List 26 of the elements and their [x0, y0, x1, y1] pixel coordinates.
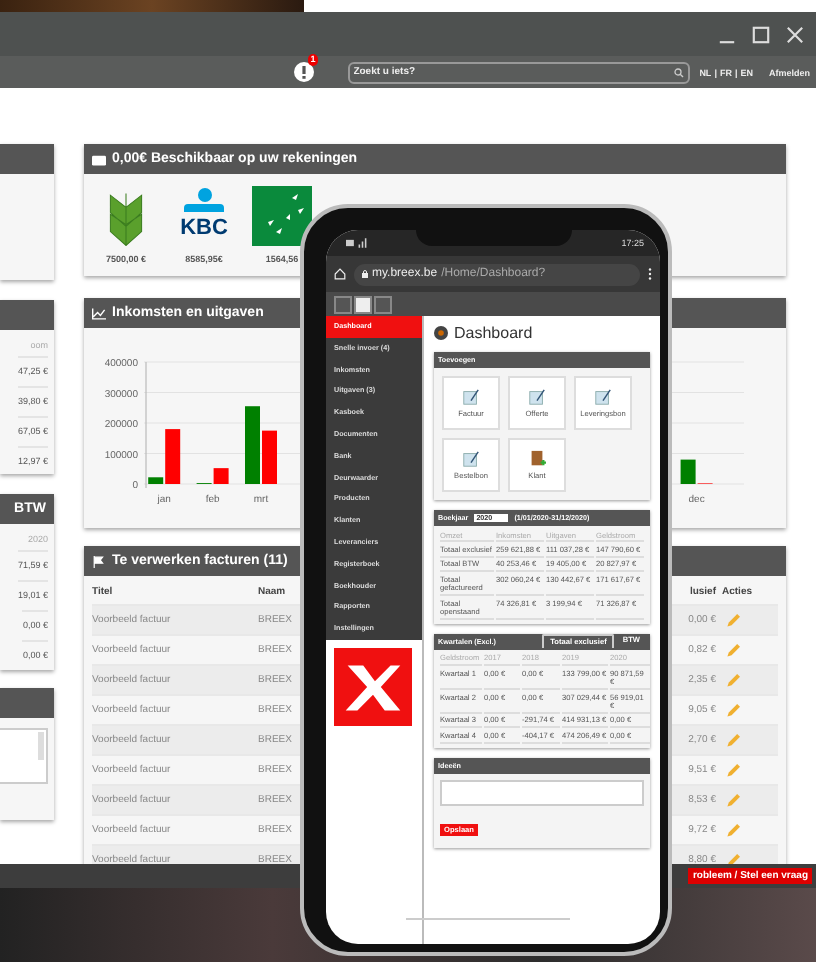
- document-icon: [462, 450, 480, 468]
- panel-header: [0, 688, 54, 718]
- document-icon: [528, 388, 546, 406]
- text-area[interactable]: [0, 728, 48, 784]
- search-icon: [673, 67, 684, 77]
- book-icon: [528, 450, 546, 468]
- text-area[interactable]: [440, 779, 644, 806]
- wallet-icon: [92, 153, 106, 165]
- birds-logo: [252, 186, 312, 246]
- panel-header: [0, 300, 54, 330]
- bank-logo: KBC: [172, 186, 236, 246]
- chart-icon: [92, 307, 106, 319]
- home-icon[interactable]: [334, 268, 346, 280]
- alert-icon[interactable]: [293, 62, 314, 82]
- document-icon: [462, 388, 480, 406]
- close-icon[interactable]: [786, 25, 804, 43]
- page-title: Dashboard: [454, 324, 533, 342]
- maximize-icon[interactable]: [752, 25, 770, 43]
- flag-icon: [92, 555, 106, 567]
- lock-icon: [362, 270, 368, 278]
- x-logo: [334, 647, 412, 726]
- document-icon: [594, 388, 612, 406]
- scrollbar[interactable]: [38, 732, 44, 760]
- signal-icon: [346, 238, 368, 248]
- panel-header: [0, 144, 54, 174]
- dashboard-icon: [434, 326, 448, 340]
